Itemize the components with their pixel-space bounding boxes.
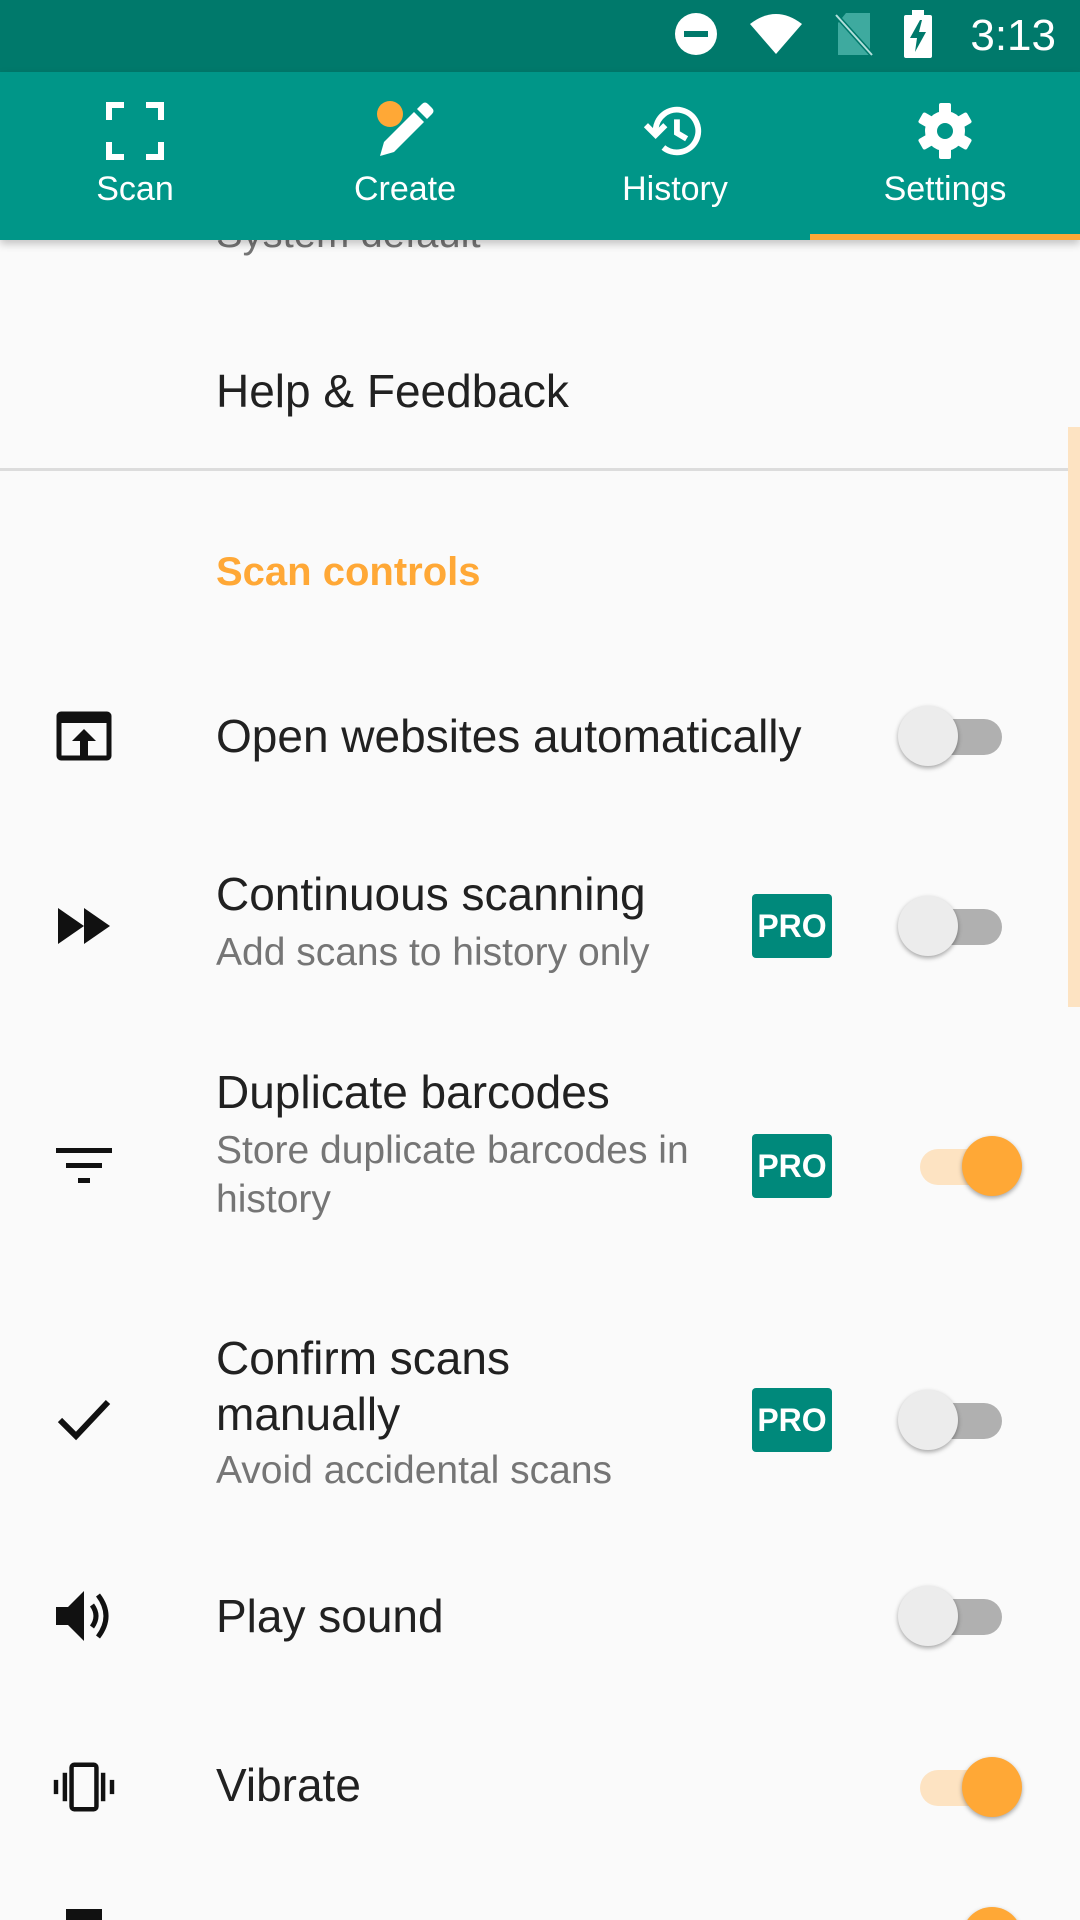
open-in-browser-icon: [52, 704, 116, 768]
toggle-play-sound[interactable]: [898, 1584, 1026, 1648]
scan-frame-icon: [104, 100, 166, 162]
settings-list[interactable]: System default Help & Feedback Scan cont…: [0, 240, 1080, 1920]
tab-label: Create: [353, 170, 457, 208]
status-time: 3:13: [970, 11, 1056, 60]
setting-confirm-scans[interactable]: Confirm scans manually Avoid accidental …: [0, 1290, 1080, 1550]
divider: [0, 468, 1080, 471]
do-not-disturb-icon: [674, 12, 718, 61]
status-bar: 3:13: [0, 0, 1080, 72]
setting-title: Open websites automatically: [216, 710, 802, 762]
vibrate-icon: [52, 1755, 116, 1819]
setting-title: Continuous scanning: [216, 868, 646, 920]
setting-subtitle: Add scans to history only: [216, 931, 650, 974]
tab-label: Settings: [883, 170, 1007, 208]
tab-settings[interactable]: Settings: [810, 72, 1080, 240]
section-header-scan-controls: Scan controls: [216, 550, 481, 594]
switch-thumb: [962, 1136, 1022, 1196]
partial-row-icon: [52, 1905, 116, 1920]
pro-badge: PRO: [752, 1134, 832, 1198]
check-icon: [52, 1388, 116, 1452]
switch-thumb: [898, 896, 958, 956]
setting-continuous-scanning[interactable]: Continuous scanning Add scans to history…: [0, 830, 1080, 1030]
setting-vibrate[interactable]: Vibrate: [0, 1715, 1080, 1875]
switch-thumb: [962, 1757, 1022, 1817]
setting-title: Play sound: [216, 1590, 444, 1642]
tab-history[interactable]: History: [540, 72, 810, 240]
history-icon: [644, 100, 706, 162]
volume-icon: [52, 1584, 116, 1648]
help-feedback-item[interactable]: Help & Feedback: [0, 240, 1080, 468]
tab-bar: Scan Create History Settings: [0, 72, 1080, 240]
wifi-icon: [748, 12, 804, 61]
toggle-open-websites[interactable]: [898, 704, 1026, 768]
switch-thumb: [962, 1907, 1022, 1920]
setting-open-websites[interactable]: Open websites automatically: [0, 660, 1080, 830]
pro-badge: PRO: [752, 894, 832, 958]
tab-scan[interactable]: Scan: [0, 72, 270, 240]
switch-thumb: [898, 1586, 958, 1646]
switch-thumb: [898, 706, 958, 766]
setting-title: Vibrate: [216, 1759, 361, 1811]
pro-badge: PRO: [752, 1388, 832, 1452]
battery-charging-icon: [904, 9, 933, 63]
setting-title: Duplicate barcodes: [216, 1066, 610, 1118]
setting-title: Confirm scans manually: [216, 1332, 510, 1440]
setting-subtitle: Store duplicate barcodes in history: [216, 1129, 689, 1221]
setting-next-partial[interactable]: [0, 1905, 1080, 1920]
help-feedback-label: Help & Feedback: [216, 365, 569, 417]
tab-create[interactable]: Create: [270, 72, 540, 240]
create-pencil-icon: [374, 100, 436, 162]
toggle-vibrate[interactable]: [898, 1755, 1026, 1819]
tab-label: Scan: [96, 170, 174, 208]
toggle-continuous-scanning[interactable]: [898, 894, 1026, 958]
tab-label: History: [622, 170, 728, 208]
gear-icon: [914, 100, 976, 162]
setting-duplicate-barcodes[interactable]: Duplicate barcodes Store duplicate barco…: [0, 1030, 1080, 1290]
setting-subtitle: Avoid accidental scans: [216, 1449, 613, 1492]
setting-play-sound[interactable]: Play sound: [0, 1550, 1080, 1715]
tab-selected-indicator: [810, 234, 1080, 240]
toggle-confirm-scans[interactable]: [898, 1388, 1026, 1452]
toggle-partial[interactable]: [898, 1905, 1026, 1920]
switch-thumb: [898, 1390, 958, 1450]
filter-icon: [52, 1134, 116, 1198]
no-sim-icon: [834, 11, 875, 62]
toggle-duplicate-barcodes[interactable]: [898, 1134, 1026, 1198]
fast-forward-icon: [52, 894, 116, 958]
